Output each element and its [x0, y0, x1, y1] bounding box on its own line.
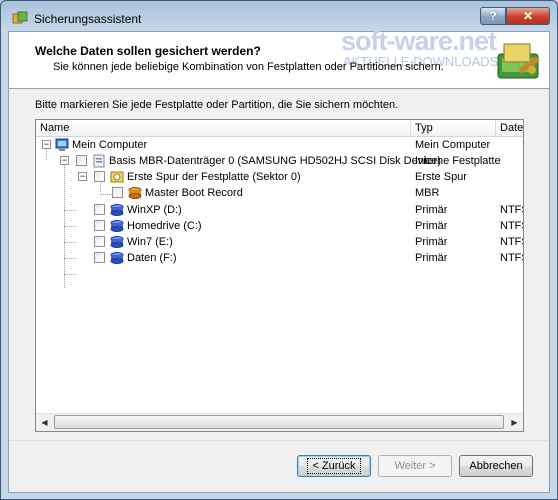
- type-cell: Primär: [415, 252, 448, 264]
- next-button[interactable]: Weiter >: [378, 455, 452, 477]
- tree-item-label: Basis MBR-Datenträger 0 (SAMSUNG HD502HJ…: [109, 155, 441, 167]
- filesystem-cell: NTFS: [500, 236, 523, 248]
- tree-item-label: Homedrive (C:): [127, 220, 202, 232]
- tree-item-label: Daten (F:): [127, 252, 177, 264]
- wizard-client-area: soft-ware.net AKTUELLE DOWNLOADS Welche …: [8, 26, 550, 493]
- checkbox[interactable]: [94, 252, 105, 263]
- page-subtitle: Sie können jede beliebige Kombination vo…: [53, 61, 444, 73]
- wizard-footer: < Zurück Weiter > Abbrechen: [9, 440, 549, 493]
- scrollbar-thumb[interactable]: [54, 415, 504, 429]
- tree-line: [64, 274, 76, 275]
- column-header-type[interactable]: Typ: [411, 120, 496, 136]
- scroll-left-icon[interactable]: ◀: [36, 414, 53, 430]
- backup-app-icon: [12, 11, 28, 24]
- disk-partition-list[interactable]: Name Typ Dateisystem − M: [35, 119, 524, 432]
- tree-row-computer[interactable]: − Mein Computer Mein Computer: [36, 137, 523, 153]
- checkbox[interactable]: [94, 204, 105, 215]
- tree-item-label: Master Boot Record: [145, 187, 243, 199]
- column-header-name[interactable]: Name: [36, 120, 411, 136]
- tree-row-partition[interactable]: Daten (F:) Primär NTFS: [36, 250, 523, 266]
- tree-row-partition[interactable]: Win7 (E:) Primär NTFS: [36, 234, 523, 250]
- type-cell: Mein Computer: [415, 139, 491, 151]
- close-button[interactable]: ✕: [506, 7, 550, 25]
- checkbox[interactable]: [94, 220, 105, 231]
- partition-icon: [110, 252, 124, 264]
- backup-header-graphic: [497, 43, 540, 79]
- wizard-header: soft-ware.net AKTUELLE DOWNLOADS Welche …: [9, 26, 549, 89]
- tree-row-mbr[interactable]: Master Boot Record MBR: [36, 185, 523, 201]
- back-button[interactable]: < Zurück: [297, 455, 371, 477]
- checkbox[interactable]: [94, 236, 105, 247]
- type-cell: Primär: [415, 220, 448, 232]
- mbr-icon: [128, 187, 142, 199]
- page-title: Welche Daten sollen gesichert werden?: [35, 44, 261, 58]
- back-button-label: < Zurück: [307, 458, 361, 474]
- scroll-right-icon[interactable]: ▶: [506, 414, 523, 430]
- partition-icon: [110, 204, 124, 216]
- instruction-text: Bitte markieren Sie jede Festplatte oder…: [35, 99, 399, 111]
- disk-icon: [93, 154, 105, 168]
- tree-item-label: Erste Spur der Festplatte (Sektor 0): [127, 171, 301, 183]
- partition-icon: [110, 220, 124, 232]
- type-cell: MBR: [415, 187, 440, 199]
- watermark-logo: soft-ware.net: [341, 26, 497, 56]
- filesystem-cell: NTFS: [500, 252, 523, 264]
- partition-icon: [110, 236, 124, 248]
- type-cell: Interne Festplatte: [415, 155, 501, 167]
- help-button[interactable]: ?: [480, 7, 506, 25]
- collapse-icon[interactable]: −: [60, 156, 69, 165]
- filesystem-cell: NTFS: [500, 220, 523, 232]
- tree-row-partition[interactable]: WinXP (D:) Primär NTFS: [36, 202, 523, 218]
- checkbox[interactable]: [112, 187, 123, 198]
- checkbox[interactable]: [94, 171, 105, 182]
- tree-row-first-track[interactable]: − Erste Spur der Festplatte (Sektor 0) E…: [36, 169, 523, 185]
- checkbox[interactable]: [76, 155, 87, 166]
- tree-row-partition[interactable]: Homedrive (C:) Primär NTFS: [36, 218, 523, 234]
- type-cell: Primär: [415, 236, 448, 248]
- tree-item-label: Win7 (E:): [127, 236, 173, 248]
- window-title: Sicherungsassistent: [34, 12, 142, 26]
- track-icon: [110, 171, 124, 183]
- cancel-button[interactable]: Abbrechen: [459, 455, 533, 477]
- collapse-icon[interactable]: −: [42, 140, 51, 149]
- tree-item-label: Mein Computer: [72, 139, 148, 151]
- computer-icon: [55, 138, 69, 151]
- type-cell: Erste Spur: [415, 171, 467, 183]
- tree-item-label: WinXP (D:): [127, 204, 182, 216]
- horizontal-scrollbar[interactable]: ◀ ▶: [36, 413, 523, 431]
- filesystem-cell: NTFS: [500, 204, 523, 216]
- collapse-icon[interactable]: −: [78, 172, 87, 181]
- list-header: Name Typ Dateisystem: [36, 120, 523, 137]
- tree-row-disk[interactable]: − Basis MBR-Datenträger 0 (SAMSUNG HD502…: [36, 153, 523, 169]
- wizard-window: Sicherungsassistent ? ✕ soft-ware.net AK…: [0, 0, 558, 500]
- column-header-filesystem[interactable]: Dateisystem: [496, 120, 523, 136]
- type-cell: Primär: [415, 204, 448, 216]
